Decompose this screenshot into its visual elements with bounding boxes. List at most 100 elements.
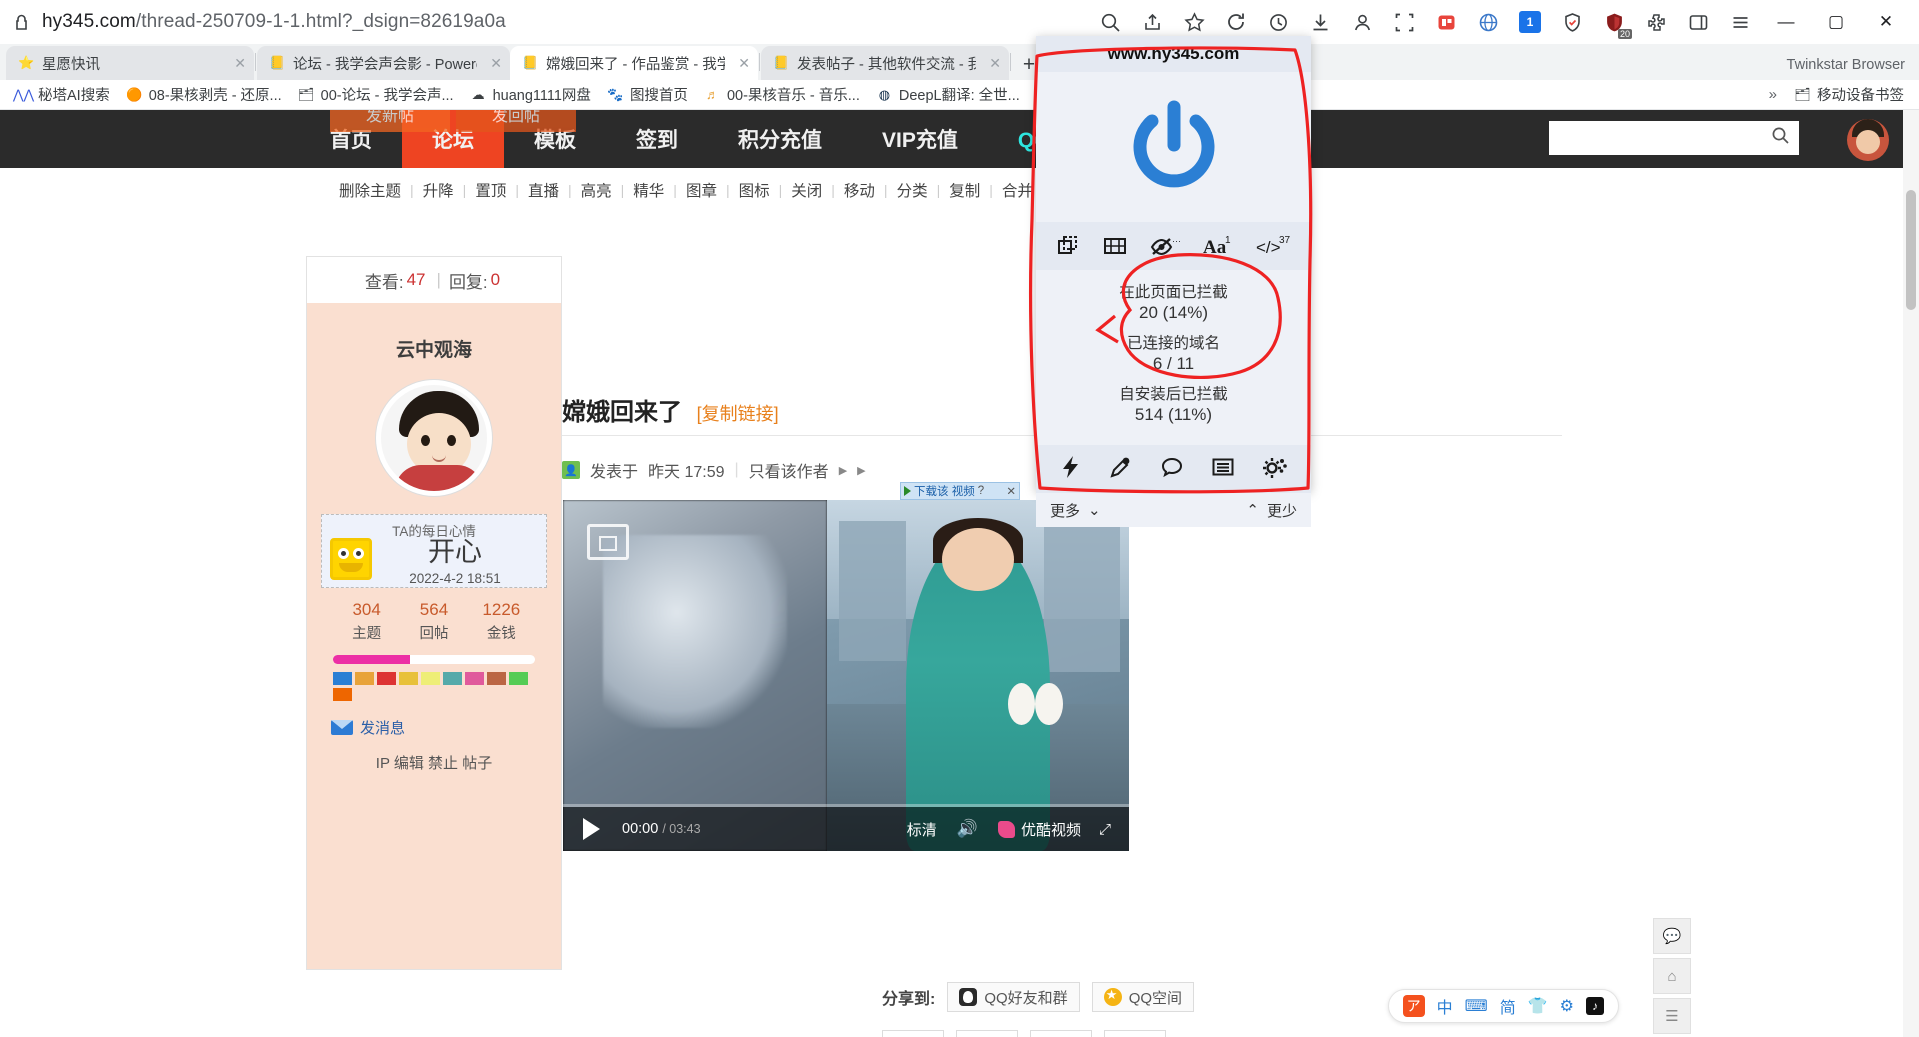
list-icon[interactable]: ☰ [1653,998,1691,1034]
mod-classify[interactable]: 分类 [888,179,937,201]
feedback-icon[interactable]: 💬 [1653,918,1691,954]
site-search-box[interactable] [1549,121,1799,155]
bookmark-item[interactable]: ◍ DeepL翻译: 全世... [869,81,1027,108]
eyedropper-icon[interactable] [1109,455,1133,484]
tab-close-icon[interactable]: ✕ [484,55,502,72]
tab-close-icon[interactable]: ✕ [228,55,246,72]
medal-icon[interactable] [421,672,440,685]
medal-icon[interactable] [333,672,352,685]
mod-icon[interactable]: 图标 [730,179,779,201]
favorite-button[interactable]: ★收藏 [882,1030,944,1037]
tab-close-icon[interactable]: ✕ [983,55,1001,72]
shield-icon[interactable] [1553,3,1591,41]
medal-icon[interactable] [487,672,506,685]
medal-icon[interactable] [355,672,374,685]
medal-icon[interactable] [399,672,418,685]
bookmarks-overflow-icon[interactable]: » [1761,86,1785,103]
tab-3[interactable]: 📒 发表帖子 - 其他软件交流 - 我学会 ✕ [761,46,1009,80]
author-name[interactable]: 云中观海 [307,335,561,362]
play-icon[interactable] [583,818,600,840]
medal-icon[interactable] [465,672,484,685]
share-qq-friends-button[interactable]: QQ好友和群 [947,982,1080,1012]
tab-0[interactable]: ⭐ 星愿快讯 ✕ [6,46,254,80]
mod-move[interactable]: 移动 [835,179,884,201]
rate-button[interactable]: 👍评分 [956,1030,1018,1037]
video-download-tip[interactable]: 下载该 视频 ? ✕ [900,482,1020,500]
tab-close-icon[interactable]: ✕ [732,55,750,72]
bookmark-item[interactable]: ⋀⋀ 秘塔AI搜索 [8,81,117,108]
logger-icon[interactable] [1211,455,1235,484]
ublock-more-button[interactable]: 更多 ⌄ [1050,500,1101,521]
video-quality-button[interactable]: 标清 [907,819,937,840]
tab-2[interactable]: 📒 嫦娥回来了 - 作品鉴赏 - 我学会 ✕ [510,46,758,80]
user-avatar-header[interactable] [1847,119,1889,161]
puzzle-icon[interactable] [1637,3,1675,41]
window-maximize-button[interactable]: ▢ [1813,0,1859,44]
tiktok-icon[interactable]: ♪ [1586,997,1604,1015]
menu-icon[interactable] [1721,3,1759,41]
stat-threads[interactable]: 304 主题 [333,600,400,643]
shirt-icon[interactable]: 👕 [1528,996,1548,1016]
tab-count-icon[interactable]: 1 [1511,3,1549,41]
media-block-icon[interactable] [1103,234,1127,258]
stat-replies[interactable]: 564 回帖 [400,600,467,643]
globe-icon[interactable] [1469,3,1507,41]
account-icon[interactable] [1343,3,1381,41]
screenshot-icon[interactable] [1385,3,1423,41]
download-help-icon[interactable]: ? [978,485,984,497]
mod-sticky[interactable]: 置顶 [466,179,515,201]
bookmark-item[interactable]: 🟠 08-果核剥壳 - 还原... [119,81,289,108]
sogou-logo-icon[interactable]: ア [1402,995,1425,1017]
support-button[interactable]: ⬆支持 [1030,1030,1092,1037]
medal-icon[interactable] [509,672,528,685]
mod-updown[interactable]: 升降 [414,179,463,201]
ublock-power-button[interactable] [1036,72,1311,222]
reply-thread-button[interactable]: 发回帖 [456,110,576,132]
ublock-less-button[interactable]: ⌃ 更少 [1246,500,1297,521]
mobile-bookmarks-item[interactable]: 🗂 移动设备书签 [1787,81,1911,108]
bookmark-item[interactable]: 🐾 图搜首页 [600,81,695,108]
mod-live[interactable]: 直播 [519,179,568,201]
window-minimize-button[interactable]: — [1763,0,1809,44]
avatar[interactable] [376,380,492,496]
fullscreen-icon[interactable]: ⤢ [1099,821,1111,838]
address-bar[interactable]: hy345.com/thread-250709-1-1.html?_dsign=… [42,11,506,33]
share-qzone-button[interactable]: QQ空间 [1091,982,1195,1012]
extension-red-icon[interactable] [1427,3,1465,41]
cosmetic-filter-icon[interactable]: ··· [1150,234,1180,258]
only-author-link[interactable]: 只看该作者 [749,458,829,482]
volume-icon[interactable]: 🔊 [957,819,978,839]
next-arrow-icon[interactable]: ▶ [857,464,865,477]
page-scrollbar[interactable] [1903,110,1919,1037]
nav-item-signin[interactable]: 签到 [606,110,708,168]
video-provider[interactable]: 优酷视频 [997,819,1081,840]
bookmark-item[interactable]: 🗂 00-论坛 - 我学会声... [291,81,461,108]
mod-delete-thread[interactable]: 删除主题 [330,179,410,201]
javascript-icon[interactable]: </> 37 [1256,234,1292,258]
ublock-icon[interactable]: 20 [1595,3,1633,41]
nav-item-vip[interactable]: VIP充值 [852,110,988,168]
medal-icon[interactable] [333,688,352,701]
mod-digest[interactable]: 精华 [624,179,673,201]
mod-stamp[interactable]: 图章 [677,179,726,201]
medal-icon[interactable] [443,672,462,685]
mod-copy[interactable]: 复制 [940,179,989,201]
video-player[interactable]: 00:00 / 03:43 标清 🔊 优酷视频 ⤢ [563,500,1129,851]
popup-blocker-icon[interactable] [1056,234,1080,258]
gear-icon[interactable]: ⚙ [1560,996,1574,1016]
stat-money[interactable]: 1226 金钱 [468,600,535,643]
remote-font-icon[interactable]: Aa 1 [1203,234,1233,258]
sidepanel-icon[interactable] [1679,3,1717,41]
send-message-button[interactable]: 发消息 [331,717,561,738]
lightning-icon[interactable] [1060,455,1082,484]
tab-1[interactable]: 📒 论坛 - 我学会声会影 - Powered ✕ [257,46,510,80]
search-icon[interactable] [1771,126,1799,150]
close-icon[interactable]: ✕ [1006,484,1016,498]
window-close-button[interactable]: ✕ [1863,0,1909,44]
mod-merge[interactable]: 合并 [993,179,1042,201]
prev-arrow-icon[interactable]: ▶ [839,464,847,477]
bookmark-item[interactable]: ☁ huang1111网盘 [463,81,598,108]
keyboard-icon[interactable]: ⌨ [1465,996,1488,1016]
report-bubble-icon[interactable] [1160,455,1184,484]
new-thread-button[interactable]: 发新帖 [330,110,450,132]
